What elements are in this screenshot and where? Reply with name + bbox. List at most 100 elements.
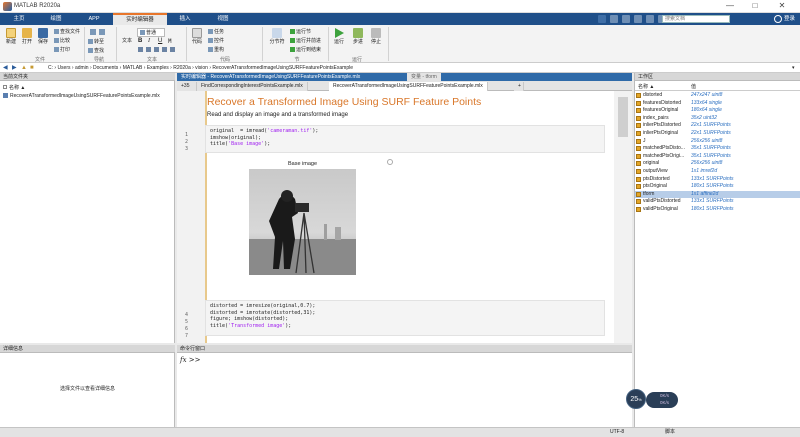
variables-tab[interactable]: 变量 - tform — [407, 73, 441, 81]
close-button[interactable]: ✕ — [772, 1, 792, 10]
forward-nav-icon[interactable] — [99, 29, 105, 35]
refactor-icon — [208, 47, 213, 53]
underline-button[interactable]: U — [158, 38, 162, 44]
code-text: ); — [285, 322, 292, 329]
minimize-button[interactable]: — — [720, 1, 740, 10]
name-column-header[interactable]: 名称 ▲ — [638, 83, 654, 91]
copy-toolbar-icon[interactable] — [622, 15, 630, 23]
up-folder-icon[interactable]: ▲ — [21, 65, 27, 71]
section-break-button[interactable]: 分节符 — [268, 28, 286, 45]
workspace-variable-row[interactable]: index_pairs 35x2 uint32 — [635, 115, 800, 122]
workspace-variable-row[interactable]: featuresOriginal 180x64 single — [635, 107, 800, 114]
find-button[interactable]: 查找 — [88, 47, 104, 54]
run-advance-button[interactable]: 运行并前进 — [290, 37, 321, 44]
variable-value: 133x64 single — [691, 99, 722, 106]
value-column-header[interactable]: 值 — [691, 83, 696, 91]
tab-live-editor[interactable]: 实时编辑器 — [113, 13, 167, 25]
refactor-button[interactable]: 重构 — [208, 46, 224, 53]
control-button[interactable]: 控件 — [208, 37, 224, 44]
command-window[interactable]: 命令行窗口 fx >> — [177, 345, 632, 437]
run-button[interactable]: 运行 — [332, 28, 346, 45]
line-gutter: 1 2 3 4 5 6 7 — [177, 91, 205, 343]
address-dropdown-icon[interactable]: ▾ — [792, 65, 795, 71]
workspace-variable-row[interactable]: validPtsDistorted 133x1 SURFPoints — [635, 198, 800, 205]
browse-folder-icon[interactable]: ■ — [30, 65, 36, 71]
workspace-variable-row[interactable]: distorted 247x247 uint8 — [635, 92, 800, 99]
workspace-variable-row[interactable]: outputView 1x1 imref2d — [635, 168, 800, 175]
new-button[interactable]: 新建 — [4, 28, 18, 45]
workspace-variable-row[interactable]: validPtsOriginal 180x1 SURFPoints — [635, 206, 800, 213]
stop-button[interactable]: 停止 — [369, 28, 383, 45]
workspace-variable-row[interactable]: J 256x256 uint8 — [635, 138, 800, 145]
monospace-button[interactable]: M — [168, 38, 172, 45]
cut-toolbar-icon[interactable] — [610, 15, 618, 23]
code-block-2[interactable]: distorted = imresize(original,0.7); disto… — [205, 300, 605, 336]
tab-find-corresponding[interactable]: FindCorrespondingInterestPointsExample.m… — [197, 82, 308, 91]
variable-name: matchedPtsDisto... — [643, 145, 685, 152]
variable-value: 1x1 imref2d — [691, 168, 718, 174]
goto-button[interactable]: 转至 — [88, 38, 104, 45]
cpu-usage-badge[interactable]: 25% — [626, 389, 646, 409]
italic-button[interactable]: I — [148, 38, 150, 44]
tab-home[interactable]: 主页 — [2, 13, 36, 25]
run-section-button[interactable]: 运行节 — [290, 28, 311, 35]
workspace-panel: 工作区 名称 ▲ 值 distorted 247x247 uint8 feature… — [634, 73, 800, 427]
workspace-variable-row[interactable]: tform 1x1 affine2d — [635, 190, 800, 198]
bold-button[interactable]: B — [138, 38, 142, 44]
workspace-variable-row[interactable]: ptsDistorted 133x1 SURFPoints — [635, 176, 800, 183]
search-input[interactable]: 搜索文档 — [662, 15, 730, 23]
variable-icon — [636, 138, 641, 144]
workspace-variable-row[interactable]: featuresDistorted 133x64 single — [635, 100, 800, 107]
current-folder-panel: 当前文件夹 名称 ▲ RecoverATransformedImageUsing… — [0, 73, 175, 343]
back-arrow-icon[interactable]: ◀ — [3, 65, 9, 71]
panel-title: 详细信息 — [0, 345, 175, 353]
workspace-variable-row[interactable]: matchedPtsOrigi... 35x1 SURFPoints — [635, 153, 800, 160]
column-header-name[interactable]: 名称 ▲ — [3, 84, 25, 91]
style-dropdown[interactable]: 普通 — [137, 28, 166, 37]
tab-plots[interactable]: 绘图 — [38, 13, 74, 25]
command-prompt[interactable]: fx >> — [180, 356, 201, 364]
variable-icon — [636, 161, 641, 167]
variable-name: ptsOriginal — [643, 183, 667, 190]
compare-button[interactable]: 比较 — [54, 37, 70, 44]
variable-value: 35x1 SURFPoints — [691, 145, 731, 152]
workspace-variable-row[interactable]: matchedPtsDisto... 35x1 SURFPoints — [635, 145, 800, 152]
step-button[interactable]: 步进 — [351, 28, 365, 45]
login-link[interactable]: 登录 — [784, 14, 795, 22]
tab-insert[interactable]: 插入 — [167, 13, 203, 25]
find-files-button[interactable]: 查找文件 — [54, 28, 80, 35]
back-nav-icon[interactable] — [90, 29, 96, 35]
run-to-end-button[interactable]: 运行到结束 — [290, 46, 321, 53]
undo-toolbar-icon[interactable] — [646, 15, 654, 23]
run-advance-icon — [290, 38, 295, 44]
workspace-variable-row[interactable]: ptsOriginal 180x1 SURFPoints — [635, 183, 800, 190]
maximize-button[interactable]: □ — [745, 1, 765, 10]
save-button[interactable]: 保存 — [36, 28, 50, 45]
file-list-item[interactable]: RecoverATransformedImageUsingSURFFeature… — [3, 93, 160, 99]
task-button[interactable]: 任务 — [208, 28, 224, 35]
tab-apps[interactable]: APP — [76, 13, 112, 25]
alignment-icons[interactable] — [138, 47, 178, 52]
code-button[interactable]: 代码 — [190, 28, 204, 45]
variable-value: 133x1 SURFPoints — [691, 198, 734, 205]
workspace-variable-row[interactable]: inlierPtsOriginal 22x1 SURFPoints — [635, 130, 800, 137]
print-button[interactable]: 打印 — [54, 46, 70, 53]
forward-arrow-icon[interactable]: ▶ — [12, 65, 18, 71]
scroll-thumb[interactable] — [618, 97, 628, 137]
editor-scrollbar[interactable] — [614, 91, 632, 343]
save-toolbar-icon[interactable] — [598, 15, 606, 23]
workspace-variable-row[interactable]: inlierPtsDistorted 22x1 SURFPoints — [635, 122, 800, 129]
tab-view[interactable]: 视图 — [205, 13, 241, 25]
add-tab-button[interactable]: + — [514, 82, 524, 91]
tab-recover-transformed[interactable]: RecoverATransformedImageUsingSURFFeature… — [329, 82, 488, 91]
variable-icon — [636, 100, 641, 106]
current-folder-path[interactable]: C: › Users › admin › Documents › MATLAB … — [48, 65, 353, 71]
code-block-1[interactable]: original = imread('cameraman.tif'); imsho… — [205, 125, 605, 153]
figure-options-icon[interactable] — [387, 159, 393, 165]
open-button[interactable]: 打开 — [20, 28, 34, 45]
variable-name: validPtsDistorted — [643, 198, 681, 205]
workspace-variable-row[interactable]: original 256x256 uint8 — [635, 160, 800, 167]
paste-toolbar-icon[interactable] — [634, 15, 642, 23]
text-button[interactable]: 文本 — [120, 37, 134, 44]
editor-body[interactable]: Recover a Transformed Image Using SURF F… — [205, 91, 614, 343]
